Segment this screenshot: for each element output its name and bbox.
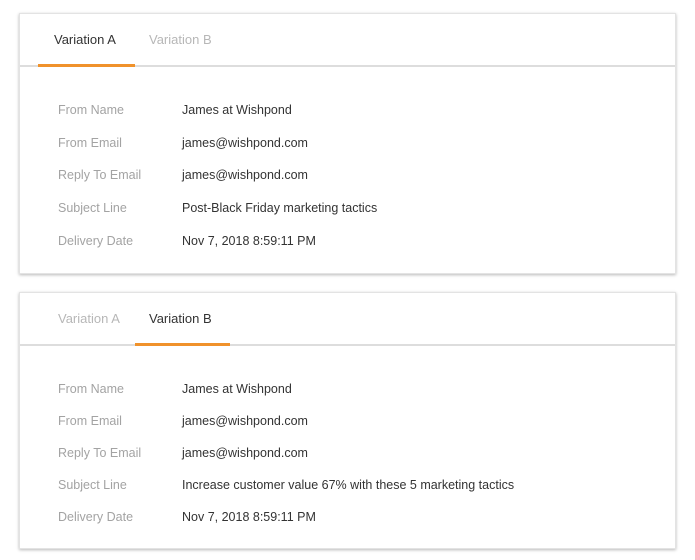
active-tab-indicator <box>135 343 230 346</box>
field-row-from-name: From Name James at Wishpond <box>20 379 675 399</box>
field-label: From Name <box>58 103 124 117</box>
field-value: Increase customer value 67% with these 5… <box>182 478 515 492</box>
tab-label: Variation A <box>58 311 120 326</box>
field-value: Post-Black Friday marketing tactics <box>182 201 378 215</box>
tab-variation-b[interactable]: Variation B <box>135 293 230 346</box>
field-row-reply-to-email: Reply To Email james@wishpond.com <box>20 165 675 185</box>
tab-label: Variation A <box>54 32 116 47</box>
variation-tabs: Variation A Variation B <box>20 293 675 346</box>
field-row-delivery-date: Delivery Date Nov 7, 2018 8:59:11 PM <box>20 507 675 527</box>
field-label: Delivery Date <box>58 510 134 524</box>
field-value: James at Wishpond <box>182 382 292 396</box>
active-tab-indicator <box>38 64 135 67</box>
field-value: james@wishpond.com <box>182 168 308 182</box>
field-value: Nov 7, 2018 8:59:11 PM <box>182 234 316 248</box>
field-value: james@wishpond.com <box>182 446 308 460</box>
variation-tabs: Variation A Variation B <box>20 14 675 67</box>
field-label: From Email <box>58 136 122 150</box>
tab-label: Variation B <box>149 311 212 326</box>
field-row-subject-line: Subject Line Increase customer value 67%… <box>20 475 675 495</box>
field-label: Reply To Email <box>58 446 142 460</box>
tab-variation-b[interactable]: Variation B <box>149 14 249 65</box>
tab-label: Variation B <box>149 32 212 47</box>
field-label: Subject Line <box>58 201 127 215</box>
field-row-from-name: From Name James at Wishpond <box>20 100 675 120</box>
field-row-from-email: From Email james@wishpond.com <box>20 133 675 153</box>
tab-variation-a[interactable]: Variation A <box>38 14 135 67</box>
field-row-reply-to-email: Reply To Email james@wishpond.com <box>20 443 675 463</box>
field-label: Subject Line <box>58 478 127 492</box>
field-row-from-email: From Email james@wishpond.com <box>20 411 675 431</box>
field-label: Reply To Email <box>58 168 142 182</box>
variation-card-a: Variation A Variation B From Name James … <box>19 13 676 274</box>
field-label: From Name <box>58 382 124 396</box>
field-value: james@wishpond.com <box>182 414 308 428</box>
field-label: From Email <box>58 414 122 428</box>
field-value: Nov 7, 2018 8:59:11 PM <box>182 510 316 524</box>
field-row-subject-line: Subject Line Post-Black Friday marketing… <box>20 198 675 218</box>
field-row-delivery-date: Delivery Date Nov 7, 2018 8:59:11 PM <box>20 231 675 251</box>
variation-card-b: Variation A Variation B From Name James … <box>19 292 676 549</box>
field-label: Delivery Date <box>58 234 134 248</box>
field-value: james@wishpond.com <box>182 136 308 150</box>
field-value: James at Wishpond <box>182 103 292 117</box>
